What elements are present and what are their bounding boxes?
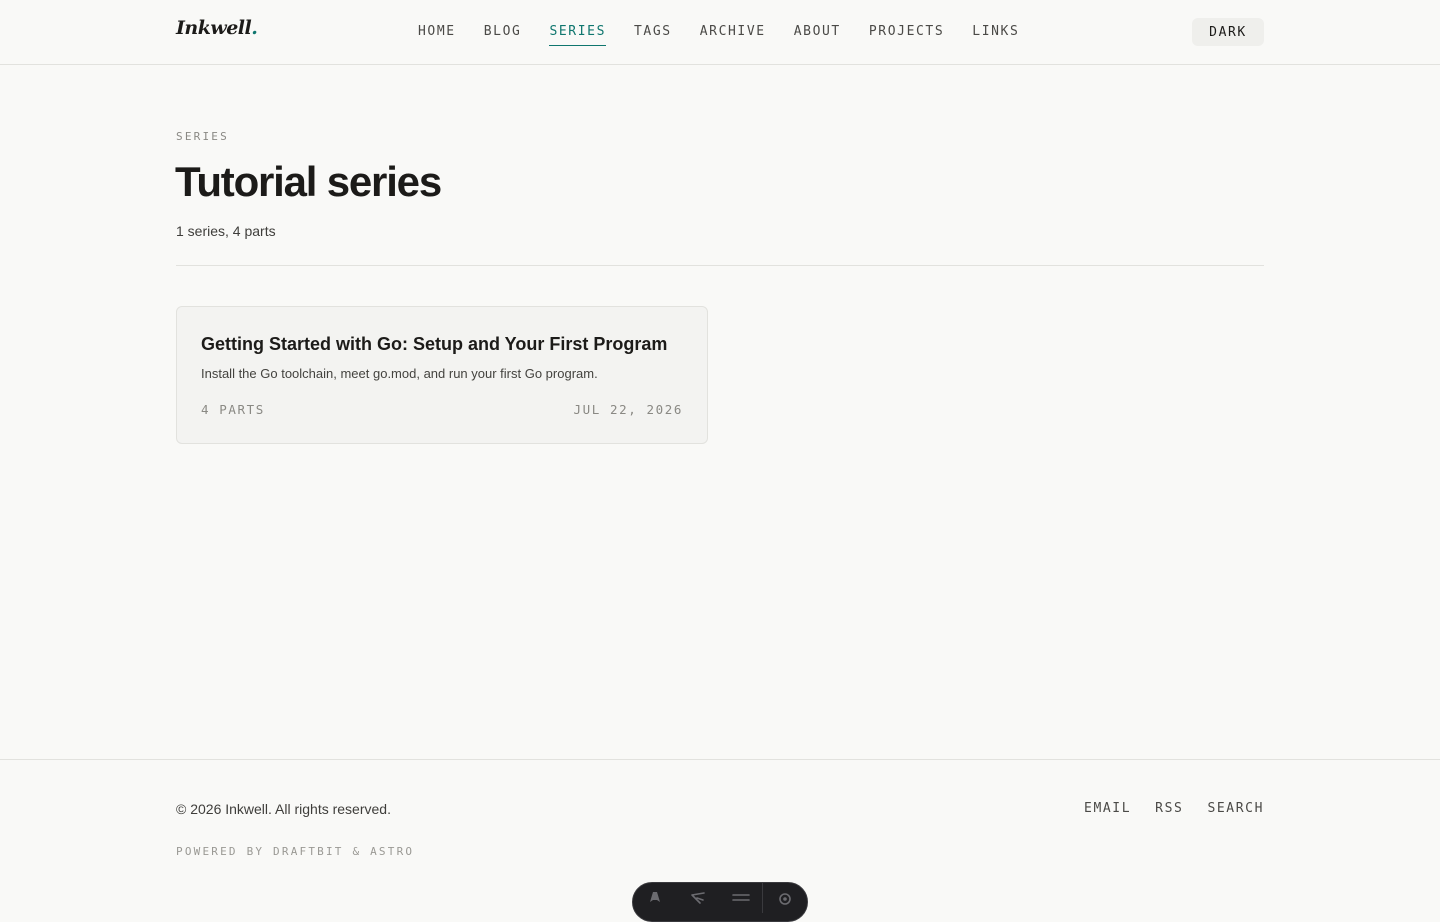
- footer-link-email[interactable]: EMAIL: [1084, 801, 1131, 816]
- series-summary: 1 series, 4 parts: [176, 223, 276, 239]
- astro-logo-icon: [648, 891, 662, 915]
- series-card-parts: 4 PARTS: [201, 402, 265, 417]
- series-card-date: JUL 22, 2026: [573, 402, 683, 417]
- copyright-text: © 2026 Inkwell. All rights reserved.: [176, 801, 391, 817]
- dev-toolbar: [632, 882, 808, 922]
- divider: [176, 265, 1264, 266]
- toolbar-button-inspect[interactable]: [676, 891, 719, 915]
- toolbar-button-settings[interactable]: [763, 891, 806, 915]
- series-card-description: Install the Go toolchain, meet go.mod, a…: [201, 366, 598, 381]
- nav-item-home[interactable]: HOME: [418, 0, 456, 64]
- site-header: Inkwell. HOME BLOG SERIES TAGS ARCHIVE A…: [0, 0, 1440, 65]
- nav-item-projects[interactable]: PROJECTS: [869, 0, 944, 64]
- logo-dot: .: [251, 17, 258, 39]
- cursor-inspect-icon: [690, 891, 706, 915]
- nav-item-archive[interactable]: ARCHIVE: [700, 0, 766, 64]
- section-eyebrow: SERIES: [176, 130, 229, 143]
- menu-icon: [731, 891, 750, 915]
- nav-item-about[interactable]: ABOUT: [794, 0, 841, 64]
- nav-item-blog[interactable]: BLOG: [484, 0, 522, 64]
- toolbar-button-astro[interactable]: [633, 891, 676, 915]
- nav-item-links[interactable]: LINKS: [972, 0, 1019, 64]
- page-title: Tutorial series: [175, 158, 442, 205]
- site-logo[interactable]: Inkwell.: [176, 17, 258, 39]
- theme-toggle-button[interactable]: DARK: [1192, 18, 1264, 46]
- toolbar-button-menu[interactable]: [719, 891, 762, 915]
- site-footer: © 2026 Inkwell. All rights reserved. EMA…: [0, 759, 1440, 900]
- logo-text: Inkwell: [176, 17, 252, 39]
- footer-links: EMAIL RSS SEARCH: [1084, 801, 1264, 816]
- main-nav: HOME BLOG SERIES TAGS ARCHIVE ABOUT PROJ…: [418, 0, 1019, 64]
- nav-item-tags[interactable]: TAGS: [634, 0, 672, 64]
- footer-link-rss[interactable]: RSS: [1155, 801, 1183, 816]
- series-card-title: Getting Started with Go: Setup and Your …: [201, 334, 668, 354]
- footer-link-search[interactable]: SEARCH: [1207, 801, 1264, 816]
- nav-item-series[interactable]: SERIES: [549, 0, 606, 64]
- series-card[interactable]: Getting Started with Go: Setup and Your …: [176, 306, 708, 444]
- settings-gear-icon: [777, 891, 793, 915]
- powered-by-text: POWERED BY DRAFTBIT & ASTRO: [176, 845, 415, 858]
